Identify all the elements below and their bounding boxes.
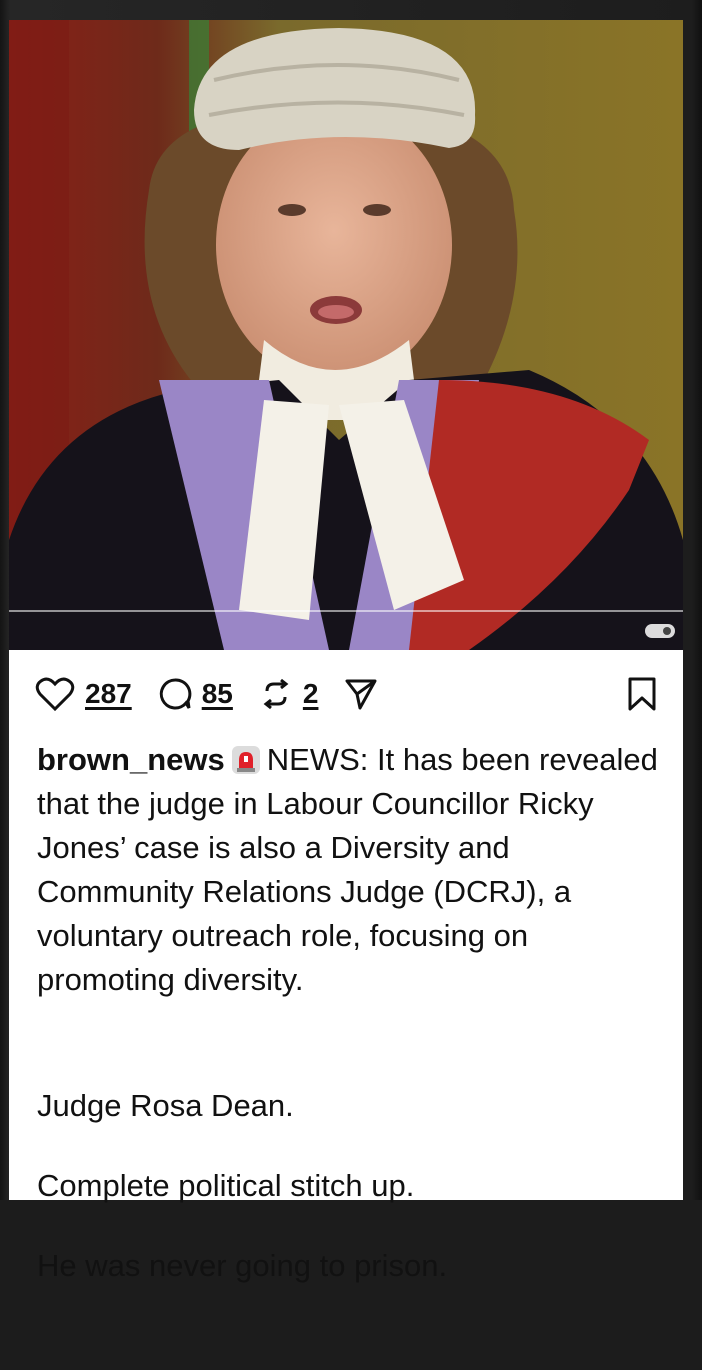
share-action[interactable] xyxy=(344,677,378,711)
caption-line: Judge Rosa Dean. xyxy=(37,1088,294,1123)
post-caption: brown_news NEWS: It has been revealed tha… xyxy=(37,738,667,1370)
repost-icon[interactable] xyxy=(259,677,293,711)
caption-text: NEWS: It has been revealed that the judg… xyxy=(37,742,658,997)
caption-extra-lines: Judge Rosa Dean. Complete political stit… xyxy=(37,1046,667,1326)
like-action[interactable]: 287 xyxy=(35,676,132,712)
heart-icon[interactable] xyxy=(35,676,75,712)
judge-photo xyxy=(9,20,683,650)
post-actions: 287 85 2 xyxy=(35,672,657,716)
caption-line: Complete political stitch up. xyxy=(37,1168,415,1203)
comment-icon[interactable] xyxy=(158,677,192,711)
comment-action[interactable]: 85 xyxy=(158,677,233,711)
siren-icon xyxy=(231,746,260,774)
send-icon[interactable] xyxy=(344,677,378,711)
video-progress-icon[interactable] xyxy=(645,624,675,638)
like-count[interactable]: 287 xyxy=(85,678,132,710)
comment-count[interactable]: 85 xyxy=(202,678,233,710)
repost-count[interactable]: 2 xyxy=(303,678,319,710)
caption-line: He was never going to prison. xyxy=(37,1248,448,1283)
post-video[interactable] xyxy=(9,20,683,650)
bookmark-icon[interactable] xyxy=(627,676,657,712)
repost-action[interactable]: 2 xyxy=(259,677,319,711)
username-link[interactable]: brown_news xyxy=(37,742,225,777)
post-card: 287 85 2 brown_news NEWS: It has been re… xyxy=(9,650,683,1283)
video-progress-bar[interactable] xyxy=(9,610,683,612)
save-button[interactable] xyxy=(627,676,657,717)
